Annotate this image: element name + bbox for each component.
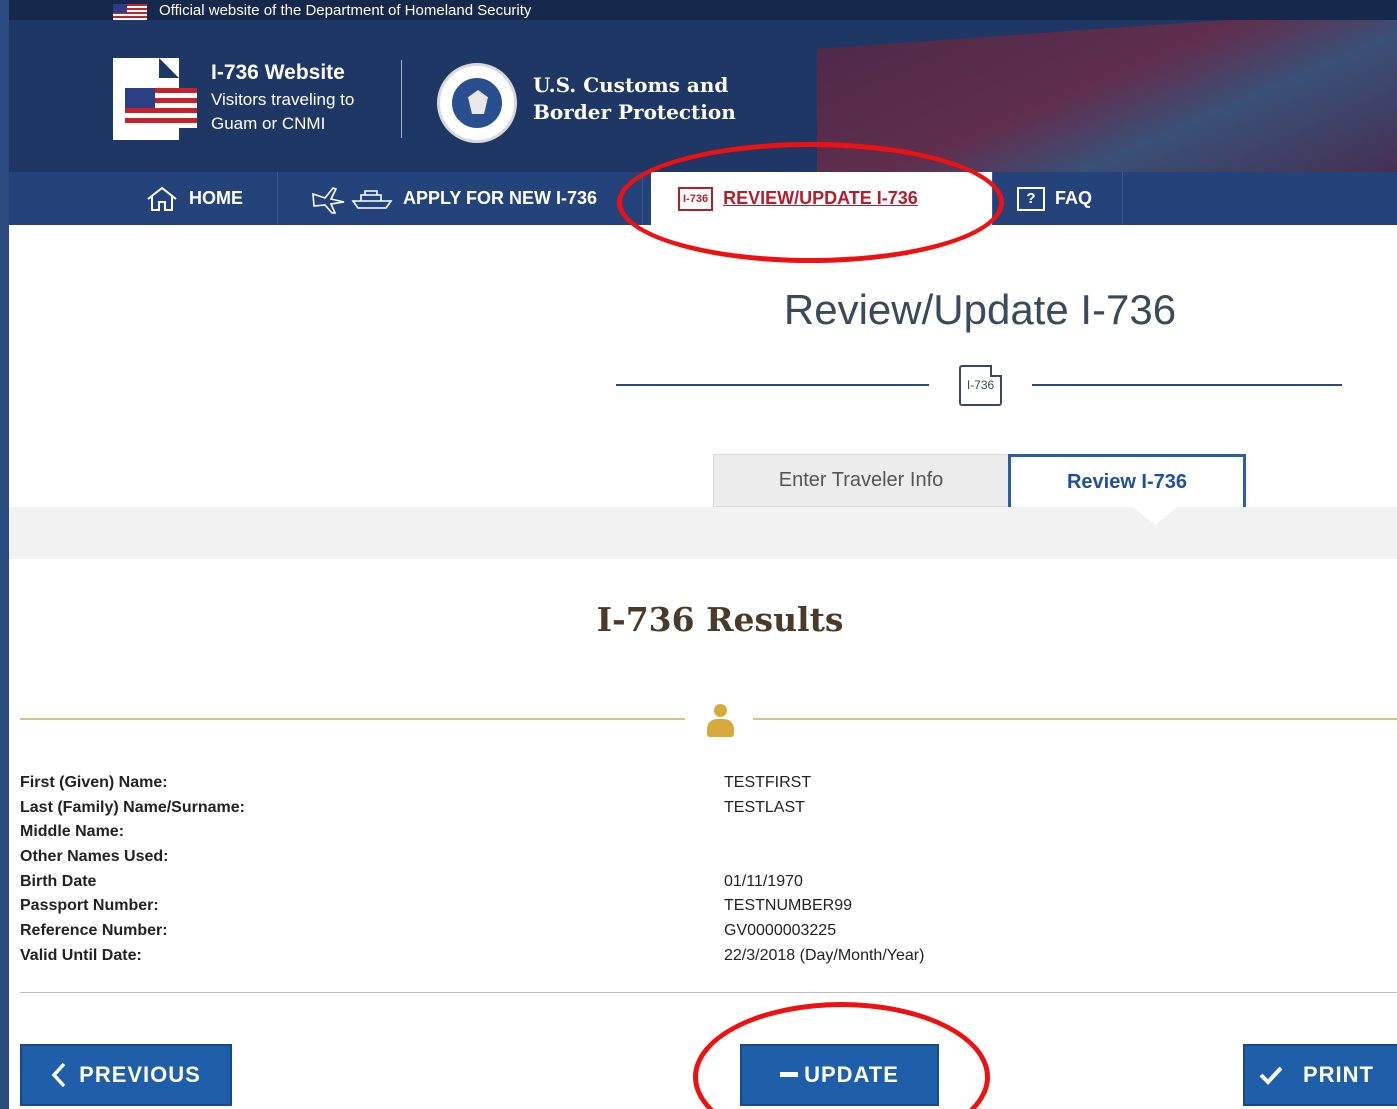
detail-row: Passport Number: TESTNUMBER99 [20,897,1390,922]
seal-eagle [450,76,504,130]
detail-row: Valid Until Date: 22/3/2018 (Day/Month/Ye… [20,947,1390,972]
print-button[interactable]: PRINT [1243,1044,1397,1106]
detail-label: Last (Family) Name/Surname: [20,798,245,816]
chevron-left-icon [51,1062,66,1088]
person-body [707,719,734,737]
previous-button[interactable]: PREVIOUS [20,1044,232,1106]
traveler-details: First (Given) Name: TESTFIRST Last (Famil… [20,774,1390,972]
home-icon [147,186,177,211]
checkmark-icon [1259,1066,1283,1085]
gold-rule-right [753,718,1397,720]
agency-line1: U.S. Customs and [533,73,729,97]
nav-item-apply[interactable]: APPLY FOR NEW I-736 [278,172,643,225]
detail-label: Middle Name: [20,823,125,841]
brand-divider [401,60,402,138]
question-icon: ? [1017,186,1045,211]
nav-item-home[interactable]: HOME [115,172,278,225]
nav-item-faq[interactable]: ? FAQ [993,172,1123,225]
title-rule-right [1032,384,1342,386]
person-icon [705,704,735,738]
banner-text: Official website of the Department of Ho… [159,2,532,19]
detail-row: Last (Family) Name/Surname: TESTLAST [20,799,1390,824]
airplane-icon [312,186,345,214]
tab-enter-traveler-info[interactable]: Enter Traveler Info [713,454,1009,507]
detail-row: Other Names Used: [20,848,1390,873]
print-button-label: PRINT [1303,1062,1374,1087]
flag-canton [125,88,155,108]
detail-label: First (Given) Name: [20,774,168,791]
site-title[interactable]: I-736 Website [211,61,345,85]
details-divider [20,992,1397,993]
detail-row: Middle Name: [20,823,1390,848]
detail-row: Reference Number: GV0000003225 [20,922,1390,947]
detail-label: Reference Number: [20,922,168,940]
results-title: I-736 Results [596,600,844,639]
detail-value: 22/3/2018 (Day/Month/Year) [724,946,925,964]
site-subtitle: Visitors traveling to Guam or CNMI [211,88,411,136]
detail-label: Birth Date [20,872,97,890]
site-subtitle-line1: Visitors traveling to [211,90,355,109]
detail-row: Birth Date 01/11/1970 [20,873,1390,898]
site-subtitle-line2: Guam or CNMI [211,114,326,133]
detail-label: Valid Until Date: [20,946,142,964]
annotation-circle-review-nav [617,142,1004,263]
detail-value: TESTLAST [724,798,805,816]
i736-document-icon: I-736 [959,365,1002,406]
nav-home-label: HOME [189,188,243,208]
agency-name[interactable]: U.S. Customs and Border Protection [533,72,736,126]
i736-document-flag-icon[interactable] [113,58,197,140]
detail-value: TESTNUMBER99 [724,897,853,915]
detail-label: Other Names Used: [20,848,169,866]
gold-rule-left [20,718,685,720]
us-flag-icon [125,88,197,128]
official-gov-banner: Official website of the Department of Ho… [9,0,1397,20]
nav-faq-label: FAQ [1055,188,1093,208]
dhs-seal-icon[interactable] [437,63,517,143]
ship-icon [351,189,393,209]
active-tab-caret [1133,507,1177,525]
page-fold [159,58,179,78]
detail-label: Passport Number: [20,897,159,915]
nav-apply-label: APPLY FOR NEW I-736 [403,188,598,208]
title-rule-left [616,384,929,386]
tab-review-i736[interactable]: Review I-736 [1008,454,1246,507]
person-head [714,704,727,717]
detail-row: First (Given) Name: TESTFIRST [20,774,1390,799]
tab-band [9,507,1397,559]
detail-value: 01/11/1970 [724,872,803,890]
us-flag-icon [113,4,147,20]
page-title: Review/Update I-736 [783,286,1177,333]
detail-value: TESTFIRST [724,774,812,791]
previous-button-label: PREVIOUS [79,1062,201,1087]
agency-line2: Border Protection [533,100,736,124]
detail-value: GV0000003225 [724,922,837,940]
